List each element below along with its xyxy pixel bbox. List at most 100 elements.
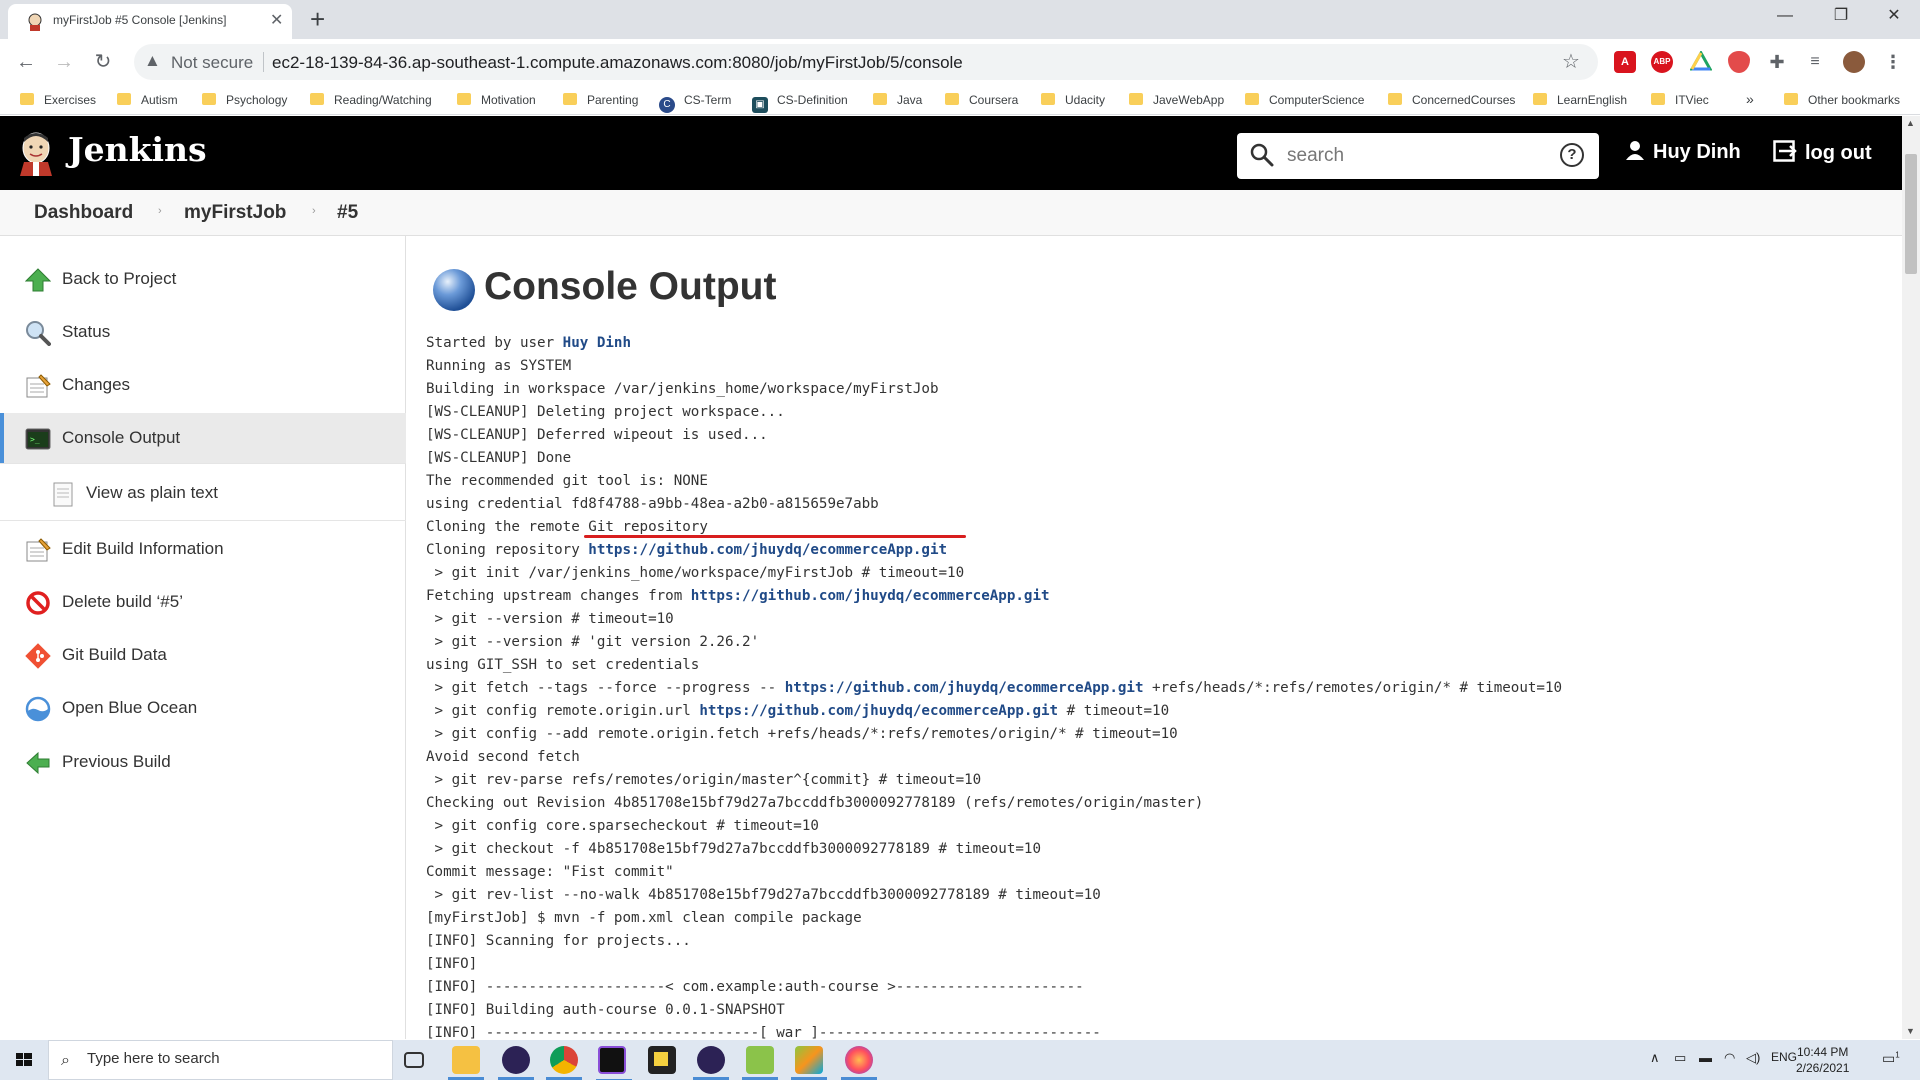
tray-chevron-icon[interactable]: ∧ <box>1650 1050 1660 1066</box>
bookmark-folder[interactable]: ConcernedCourses <box>1388 91 1515 109</box>
firefox-icon[interactable] <box>841 1046 877 1080</box>
repo-link[interactable]: https://github.com/jhuydq/ecommerceApp.g… <box>691 588 1050 604</box>
task-view-as-plain-text[interactable]: View as plain text <box>0 468 406 518</box>
tray-network-device-icon[interactable]: ▭ <box>1674 1050 1686 1066</box>
file-explorer-icon[interactable] <box>448 1046 484 1080</box>
scroll-down-icon[interactable]: ▼ <box>1906 1026 1915 1036</box>
wifi-icon[interactable]: ◠ <box>1724 1050 1735 1066</box>
minimize-icon[interactable]: — <box>1757 0 1813 32</box>
task-label: Status <box>62 322 111 341</box>
bookmarks-overflow-icon[interactable]: » <box>1746 91 1754 107</box>
security-label[interactable]: Not secure <box>171 53 253 73</box>
eclipse-icon[interactable] <box>498 1046 534 1080</box>
browser-menu-icon[interactable]: ⋮ <box>1882 51 1904 73</box>
user-link[interactable]: Huy Dinh <box>563 335 631 351</box>
ublock-icon[interactable] <box>1728 51 1750 73</box>
sticky-notes-icon[interactable] <box>648 1046 676 1074</box>
other-bookmarks[interactable]: Other bookmarks <box>1784 91 1900 109</box>
url-text[interactable]: ec2-18-139-84-36.ap-southeast-1.compute.… <box>272 53 963 73</box>
windows-start-icon[interactable] <box>0 1040 48 1080</box>
breadcrumb-job[interactable]: myFirstJob <box>184 202 286 224</box>
bookmark-folder[interactable]: Autism <box>117 91 178 109</box>
bookmark-star-icon[interactable]: ☆ <box>1562 49 1580 74</box>
sourcetree-icon[interactable] <box>791 1046 827 1080</box>
restore-icon[interactable]: ❐ <box>1813 0 1869 32</box>
jenkins-page: Jenkins ? Huy Dinh log out Dashboard › m… <box>0 116 1902 1039</box>
scroll-up-icon[interactable]: ▲ <box>1906 118 1915 128</box>
bookmark-link[interactable]: C CS-Term <box>659 91 731 113</box>
language-indicator[interactable]: ENG <box>1771 1050 1797 1064</box>
search-input[interactable] <box>1287 143 1547 169</box>
warning-icon[interactable]: ▲ <box>144 51 161 71</box>
taskbar-search-input[interactable] <box>87 1050 377 1067</box>
adblock-plus-icon[interactable]: ABP <box>1651 51 1673 73</box>
tab-close-icon[interactable]: ✕ <box>270 9 283 33</box>
bookmark-folder[interactable]: Parenting <box>563 91 638 109</box>
console-output: Started by user Huy Dinh Running as SYST… <box>426 332 1562 1039</box>
notifications-icon[interactable]: ▭1 <box>1882 1050 1900 1067</box>
breadcrumb-build[interactable]: #5 <box>337 202 358 224</box>
jenkins-title[interactable]: Jenkins <box>68 130 207 169</box>
user-link[interactable]: Huy Dinh <box>1625 140 1741 164</box>
folder-icon <box>873 93 887 105</box>
task-view-icon[interactable] <box>404 1052 424 1068</box>
bookmark-folder[interactable]: ITViec <box>1651 91 1709 109</box>
bookmark-folder[interactable]: Udacity <box>1041 91 1105 109</box>
breadcrumb-dashboard[interactable]: Dashboard <box>34 202 133 224</box>
forward-arrow-icon[interactable]: → <box>49 47 79 77</box>
bookmark-folder[interactable]: LearnEnglish <box>1533 91 1627 109</box>
help-icon[interactable]: ? <box>1560 143 1584 167</box>
task-back-to-project[interactable]: Back to Project <box>0 254 406 304</box>
chevron-right-icon[interactable]: › <box>158 205 162 217</box>
folder-icon <box>117 93 131 105</box>
notepad-plus-icon[interactable] <box>742 1046 778 1080</box>
profile-avatar[interactable] <box>1843 51 1865 73</box>
google-drive-icon[interactable] <box>1689 49 1713 73</box>
bookmark-folder[interactable]: Reading/Watching <box>310 91 432 109</box>
task-open-blue-ocean[interactable]: Open Blue Ocean <box>0 683 406 733</box>
reload-icon[interactable]: ↻ <box>88 47 118 77</box>
bookmark-link[interactable]: ▣ CS-Definition <box>752 91 848 113</box>
scrollbar-thumb[interactable] <box>1905 154 1917 274</box>
task-console-output[interactable]: >_ Console Output <box>0 413 406 463</box>
acrobat-icon[interactable]: A <box>1614 51 1636 73</box>
system-clock[interactable]: 10:44 PM 2/26/2021 <box>1796 1044 1849 1076</box>
bookmark-folder[interactable]: JaveWebApp <box>1129 91 1224 109</box>
back-arrow-icon[interactable]: ← <box>11 47 41 77</box>
bookmark-folder[interactable]: Coursera <box>945 91 1018 109</box>
logout-icon <box>1773 140 1797 162</box>
intellij-icon[interactable] <box>596 1046 632 1080</box>
task-delete-build[interactable]: Delete build ‘#5’ <box>0 577 406 627</box>
jenkins-logo-icon[interactable] <box>18 132 54 176</box>
repo-link[interactable]: https://github.com/jhuydq/ecommerceApp.g… <box>588 542 947 558</box>
page-scrollbar[interactable]: ▲ ▼ <box>1902 116 1920 1039</box>
window-close-icon[interactable]: ✕ <box>1866 0 1920 32</box>
bookmark-folder[interactable]: ComputerScience <box>1245 91 1364 109</box>
reading-list-icon[interactable]: ≡ <box>1804 51 1826 73</box>
chevron-right-icon[interactable]: › <box>312 205 316 217</box>
repo-link[interactable]: https://github.com/jhuydq/ecommerceApp.g… <box>785 680 1144 696</box>
task-changes[interactable]: Changes <box>0 360 406 410</box>
battery-icon[interactable]: ▬ <box>1699 1050 1712 1065</box>
console-line: [WS-CLEANUP] Done <box>426 450 572 466</box>
task-edit-build-information[interactable]: Edit Build Information <box>0 524 406 574</box>
task-git-build-data[interactable]: Git Build Data <box>0 630 406 680</box>
volume-icon[interactable]: ◁) <box>1746 1050 1760 1066</box>
address-bar[interactable]: ▲ Not secure ec2-18-139-84-36.ap-southea… <box>134 44 1598 80</box>
new-tab-button[interactable]: + <box>310 4 325 34</box>
eclipse-icon[interactable] <box>693 1046 729 1080</box>
task-previous-build[interactable]: Previous Build <box>0 737 406 787</box>
task-label: Delete build ‘#5’ <box>62 592 183 611</box>
bookmark-folder[interactable]: Motivation <box>457 91 536 109</box>
logout-link[interactable]: log out <box>1773 140 1872 165</box>
bookmark-folder[interactable]: Psychology <box>202 91 287 109</box>
repo-link[interactable]: https://github.com/jhuydq/ecommerceApp.g… <box>699 703 1058 719</box>
bookmark-folder[interactable]: Exercises <box>20 91 96 109</box>
puzzle-icon[interactable]: ✚ <box>1766 51 1788 73</box>
bookmark-folder[interactable]: Java <box>873 91 922 109</box>
jenkins-search-box[interactable]: ? <box>1237 133 1599 179</box>
chrome-icon[interactable] <box>546 1046 582 1080</box>
browser-tab[interactable]: myFirstJob #5 Console [Jenkins] ✕ <box>8 4 292 39</box>
task-status[interactable]: Status <box>0 307 406 357</box>
taskbar-search[interactable]: ⌕ <box>48 1040 393 1080</box>
